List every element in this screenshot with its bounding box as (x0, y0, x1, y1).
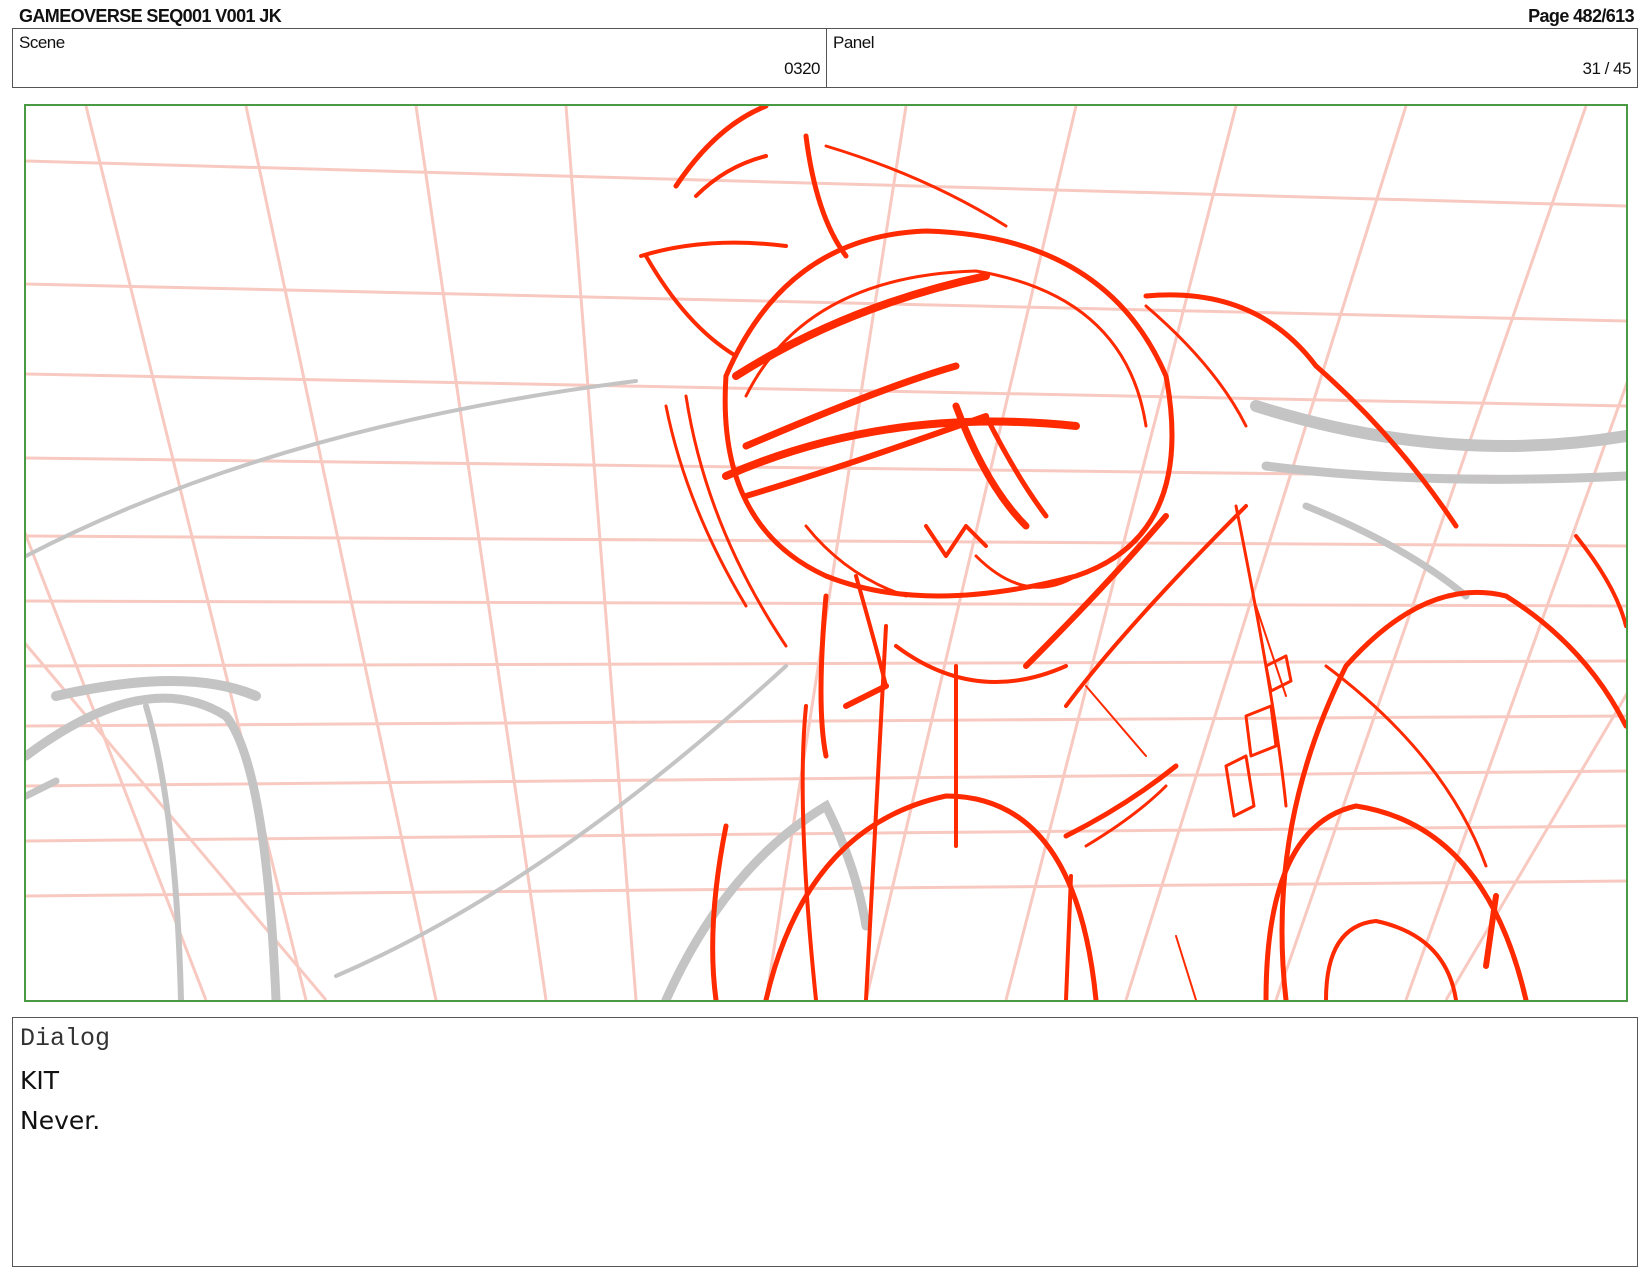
dialog-label: Dialog (20, 1024, 111, 1053)
panel-number: 31 / 45 (1582, 59, 1632, 78)
panel-label: Panel (833, 33, 874, 52)
page-number: Page 482/613 (1528, 6, 1634, 26)
storyboard-frame (24, 104, 1628, 1002)
storyboard-sketch (26, 106, 1626, 1000)
character-sketch (639, 106, 1626, 1000)
document-title: GAMEOVERSE SEQ001 V001 JK (19, 6, 282, 26)
scene-cell: Scene 0320 (13, 29, 827, 87)
scene-label: Scene (19, 33, 65, 52)
scene-panel-info-row: Scene 0320 Panel 31 / 45 (12, 28, 1638, 88)
panel-cell: Panel 31 / 45 (827, 29, 1637, 87)
scene-number: 0320 (784, 59, 820, 78)
dialog-box: Dialog KIT Never. (12, 1017, 1638, 1267)
dialog-character-name: KIT (20, 1066, 60, 1095)
dialog-line: Never. (20, 1106, 101, 1135)
